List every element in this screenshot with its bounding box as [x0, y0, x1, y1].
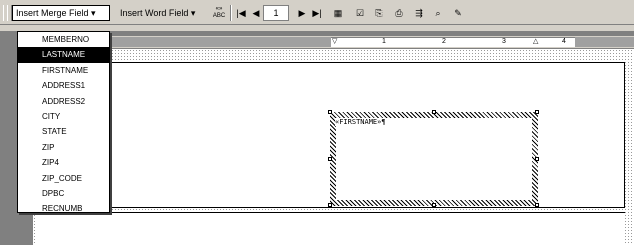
text-box-content[interactable] [336, 118, 532, 200]
dropdown-item-recnumb[interactable]: RECNUMB [18, 201, 109, 216]
dropdown-item-zip[interactable]: ZIP [18, 140, 109, 155]
resize-handle[interactable] [328, 157, 332, 161]
insert-merge-field-button[interactable]: Insert Merge Field ▾ [12, 5, 110, 21]
resize-handle[interactable] [535, 203, 539, 207]
first-record-icon[interactable]: |◀ [234, 5, 248, 21]
check-errors-icon[interactable]: ☑ [352, 5, 368, 21]
dropdown-item-dpbc[interactable]: DPBC [18, 186, 109, 201]
resize-handle[interactable] [535, 110, 539, 114]
mail-merge-toolbar: Insert Merge Field ▾ Insert Word Field ▾… [0, 0, 634, 25]
resize-handle[interactable] [328, 203, 332, 207]
dropdown-item-zip4[interactable]: ZIP4 [18, 155, 109, 170]
previous-record-icon[interactable]: ◀ [250, 5, 262, 21]
next-record-icon[interactable]: ▶ [296, 5, 308, 21]
toolbar-separator [230, 5, 232, 21]
edit-data-source-icon[interactable]: ✎ [450, 5, 466, 21]
merge-to-printer-icon[interactable]: ⎙ [390, 5, 408, 21]
text-box-frame[interactable] [330, 112, 538, 206]
dropdown-item-address1[interactable]: ADDRESS1 [18, 78, 109, 93]
resize-handle[interactable] [432, 203, 436, 207]
dropdown-item-zip-code[interactable]: ZIP_CODE [18, 171, 109, 186]
dropdown-item-lastname[interactable]: LASTNAME [18, 47, 109, 63]
ruler-margin [575, 37, 634, 47]
ruler-text-area [331, 37, 575, 47]
find-record-icon[interactable]: ⌕ [430, 5, 446, 21]
insert-word-field-button[interactable]: Insert Word Field ▾ [116, 5, 208, 21]
ruler-right-indent-marker[interactable]: △ [533, 37, 538, 47]
ruler-label: 3 [502, 38, 506, 45]
resize-handle[interactable] [535, 157, 539, 161]
record-number-field[interactable]: 1 [263, 5, 289, 21]
document-page-next[interactable] [35, 212, 625, 245]
ruler-label: 1 [382, 38, 386, 45]
last-record-icon[interactable]: ▶| [310, 5, 324, 21]
merge-field-text[interactable]: «FIRSTNAME»¶ [335, 118, 386, 126]
dropdown-item-address2[interactable]: ADDRESS2 [18, 94, 109, 109]
mail-merge-helper-icon[interactable]: ▦ [330, 5, 346, 21]
dropdown-item-state[interactable]: STATE [18, 124, 109, 139]
dropdown-item-city[interactable]: CITY [18, 109, 109, 124]
dropdown-item-firstname[interactable]: FIRSTNAME [18, 63, 109, 78]
resize-handle[interactable] [328, 110, 332, 114]
horizontal-ruler: 1 2 3 4 ▽ △ [35, 36, 634, 48]
merge-field-dropdown[interactable]: MEMBERNO LASTNAME FIRSTNAME ADDRESS1 ADD… [17, 31, 110, 213]
ruler-indent-marker[interactable]: ▽ [332, 37, 337, 47]
ruler-label: 2 [442, 38, 446, 45]
resize-handle[interactable] [432, 110, 436, 114]
view-merged-data-button[interactable]: «» ABC [210, 6, 228, 22]
dropdown-item-memberno[interactable]: MEMBERNO [18, 32, 109, 47]
ruler-label: 4 [562, 38, 566, 45]
start-mail-merge-icon[interactable]: ⇶ [410, 5, 428, 21]
merge-to-document-icon[interactable]: ⎘ [370, 5, 388, 21]
